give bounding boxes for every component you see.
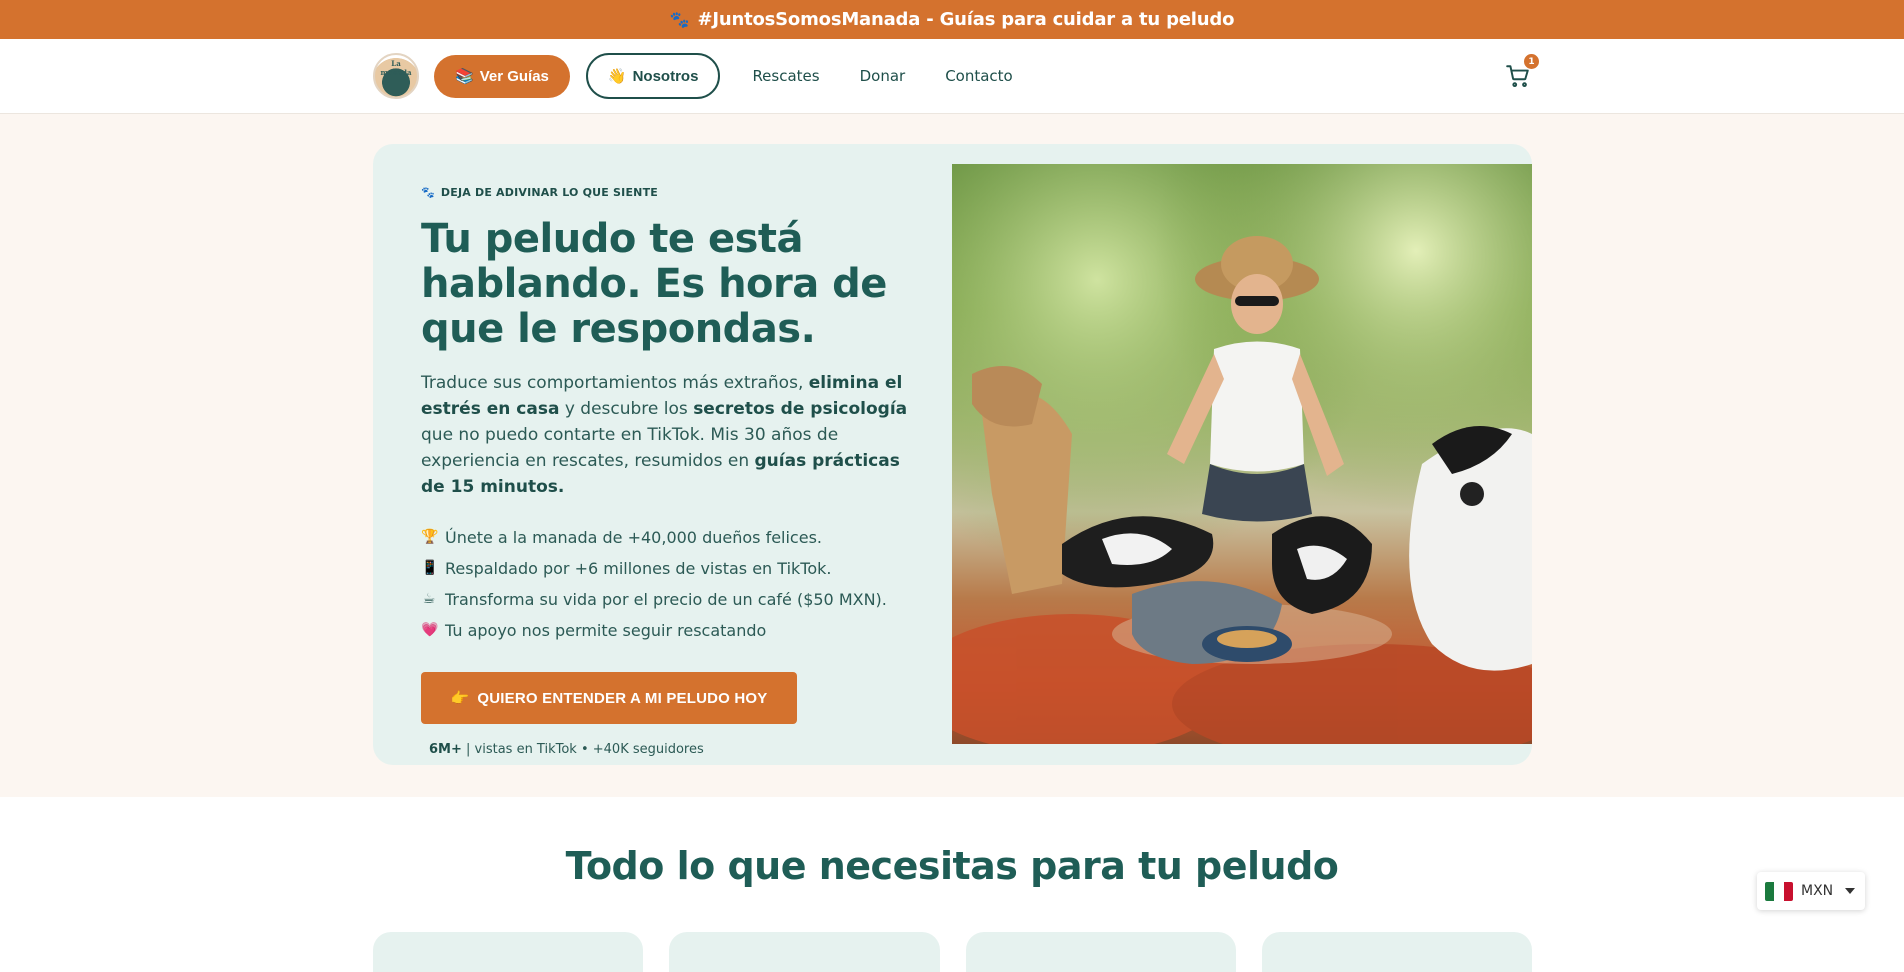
pointing-hand-icon: 👉 (450, 690, 470, 707)
currency-selector[interactable]: MXN (1757, 872, 1865, 910)
social-proof: 6M+ | vistas en TikTok • +40K seguidores (429, 742, 911, 757)
product-cards-row (373, 932, 1532, 972)
nav-link-donar[interactable]: Donar (852, 67, 914, 85)
hero-card: 🐾 DEJA DE ADIVINAR LO QUE SIENTE Tu pelu… (373, 144, 1532, 765)
feature-item: ☕ Transforma su vida por el precio de un… (421, 584, 911, 615)
nav-link-contacto[interactable]: Contacto (937, 67, 1021, 85)
view-guides-button[interactable]: 📚 Ver Guías (434, 54, 570, 98)
site-logo[interactable]: La manada (373, 53, 419, 99)
heart-icon: 💗 (421, 622, 439, 638)
desc-part: y descubre los (559, 399, 694, 419)
phone-icon: 📱 (421, 560, 439, 576)
caret-down-icon (1845, 888, 1856, 894)
cart-button[interactable]: 1 (1505, 54, 1539, 89)
hero-description: Traduce sus comportamientos más extraños… (421, 370, 911, 500)
hero-headline: Tu peludo te está hablando. Es hora de q… (421, 216, 887, 352)
about-us-label: Nosotros (632, 67, 699, 85)
mexico-flag-icon (1765, 881, 1793, 901)
site-header: La manada 📚 Ver Guías 👋 Nosotros Rescate… (0, 39, 1904, 114)
hero-text: 🐾 DEJA DE ADIVINAR LO QUE SIENTE Tu pelu… (421, 186, 911, 757)
feature-item: 📱 Respaldado por +6 millones de vistas e… (421, 553, 911, 584)
feature-list: 🏆 Únete a la manada de +40,000 dueños fe… (421, 522, 911, 646)
logo-text: La manada (380, 59, 412, 77)
announcement-text: #JuntosSomosManada - Guías para cuidar a… (697, 9, 1235, 30)
waving-hand-icon: 👋 (607, 68, 627, 85)
desc-bold: secretos de psicología (693, 399, 908, 419)
coffee-icon: ☕ (422, 591, 436, 607)
feature-item: 💗 Tu apoyo nos permite seguir rescatando (421, 615, 911, 646)
hero-eyebrow: 🐾 DEJA DE ADIVINAR LO QUE SIENTE (421, 186, 911, 199)
cart-count-badge: 1 (1524, 54, 1539, 69)
product-card[interactable] (1261, 932, 1532, 972)
announcement-bar: 🐾 #JuntosSomosManada - Guías para cuidar… (0, 0, 1904, 39)
desc-part: Traduce sus comportamientos más extraños… (421, 373, 809, 393)
view-guides-label: Ver Guías (479, 67, 549, 85)
cta-button[interactable]: 👉 QUIERO ENTENDER A MI PELUDO HOY (421, 672, 797, 724)
social-proof-text: | vistas en TikTok • +40K seguidores (461, 742, 704, 757)
paw-icon: 🐾 (669, 10, 690, 29)
books-icon: 📚 (455, 68, 474, 85)
hero-photo-illustration (952, 164, 1532, 744)
about-us-button[interactable]: 👋 Nosotros (585, 53, 721, 99)
cta-label: QUIERO ENTENDER A MI PELUDO HOY (477, 689, 768, 707)
feature-text: Respaldado por +6 millones de vistas en … (445, 559, 832, 578)
feature-text: Tu apoyo nos permite seguir rescatando (445, 621, 767, 640)
product-card[interactable] (373, 932, 644, 972)
product-card[interactable] (669, 932, 940, 972)
paw-icon: 🐾 (421, 186, 435, 199)
section-title: Todo lo que necesitas para tu peludo (565, 844, 1339, 888)
feature-item: 🏆 Únete a la manada de +40,000 dueños fe… (421, 522, 911, 553)
feature-text: Únete a la manada de +40,000 dueños feli… (445, 528, 822, 547)
social-proof-strong: 6M+ (429, 742, 462, 757)
feature-text: Transforma su vida por el precio de un c… (445, 590, 887, 609)
trophy-icon: 🏆 (421, 529, 439, 545)
currency-code: MXN (1801, 883, 1834, 899)
eyebrow-text: DEJA DE ADIVINAR LO QUE SIENTE (440, 186, 659, 199)
nav-link-rescates[interactable]: Rescates (744, 67, 827, 85)
hero-photo (952, 164, 1532, 744)
product-card[interactable] (965, 932, 1236, 972)
